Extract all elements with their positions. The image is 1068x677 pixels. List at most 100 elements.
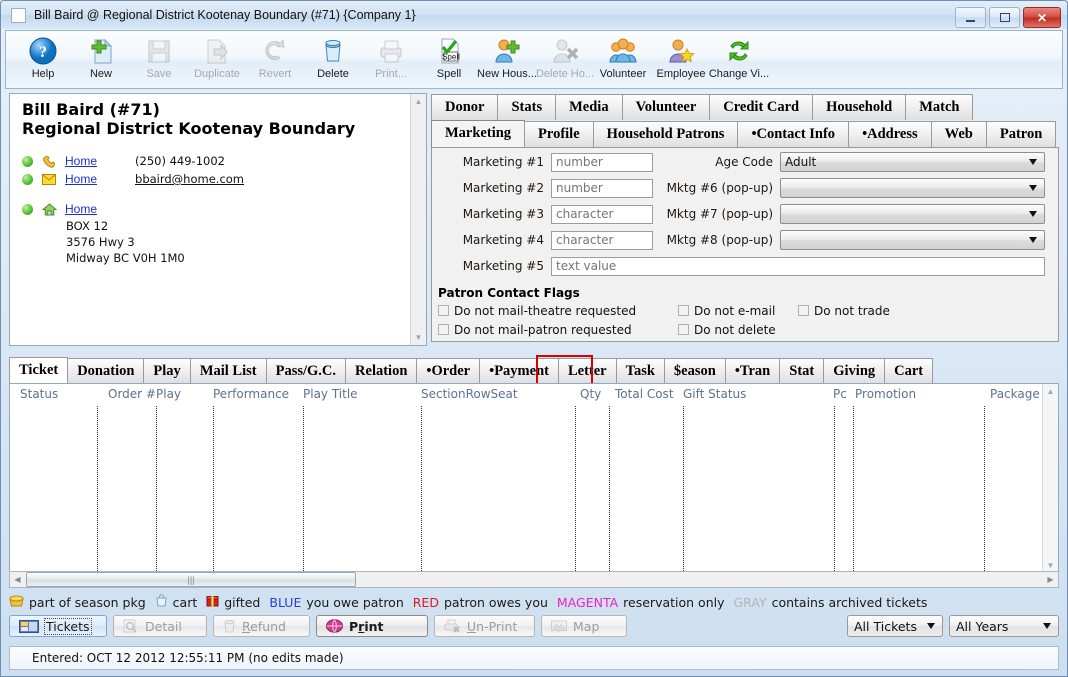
tab-marketing[interactable]: Marketing <box>431 120 526 147</box>
grid-col-status[interactable]: Status <box>20 387 58 401</box>
tab-stats[interactable]: Stats <box>497 94 557 120</box>
flag-do-not-email[interactable]: Do not e-mail <box>678 304 798 318</box>
tab-web[interactable]: Web <box>930 121 987 147</box>
grid-vertical-scrollbar[interactable]: ▲ ▼ <box>1042 384 1058 572</box>
age-code-select[interactable]: Adult <box>780 152 1045 172</box>
grid-col-performance[interactable]: Performance <box>213 387 289 401</box>
grid-horizontal-scrollbar[interactable]: ◀ ||| ▶ <box>9 571 1059 588</box>
contact-label-email[interactable]: Home <box>65 172 97 186</box>
flag-do-not-trade[interactable]: Do not trade <box>798 304 890 318</box>
toolbar-button-duplicate[interactable]: Duplicate <box>188 31 246 88</box>
bottom-tab-relation[interactable]: Relation <box>345 358 418 384</box>
tickets-button[interactable]: Tickets <box>9 615 107 637</box>
patron-panel-scrollbar[interactable]: ▲ ▼ <box>410 94 426 345</box>
un-print-button[interactable]: Un-Print <box>434 615 535 637</box>
marketing-5-input[interactable] <box>551 256 1045 276</box>
tab-donor[interactable]: Donor <box>431 94 499 120</box>
bottom-tab-stat[interactable]: Stat <box>779 358 825 384</box>
bottom-tab-payment[interactable]: •Payment <box>479 358 559 384</box>
toolbar-button-print[interactable]: Print... <box>362 31 420 88</box>
button-label: Tickets <box>44 617 92 635</box>
bottom-tab-donation[interactable]: Donation <box>67 358 145 384</box>
checkbox-icon[interactable] <box>678 305 689 316</box>
mktg-6-select[interactable] <box>780 178 1045 198</box>
detail-button[interactable]: Detail <box>113 615 207 637</box>
checkbox-icon[interactable] <box>438 305 449 316</box>
bottom-tab-task[interactable]: Task <box>615 358 665 384</box>
bottom-tab-tran[interactable]: •Tran <box>724 358 781 384</box>
tab-household-patrons[interactable]: Household Patrons <box>592 121 739 147</box>
flag-do-not-mail-theatre[interactable]: Do not mail-theatre requested <box>432 304 678 318</box>
toolbar-button-revert[interactable]: Revert <box>246 31 304 88</box>
grid-col-srs[interactable]: SectionRowSeat <box>421 387 518 401</box>
tab-patron[interactable]: Patron <box>985 121 1057 147</box>
contact-label-phone[interactable]: Home <box>65 154 97 168</box>
tab-credit-card[interactable]: Credit Card <box>709 94 814 120</box>
toolbar-button-save[interactable]: Save <box>130 31 188 88</box>
mktg-8-select[interactable] <box>780 230 1045 250</box>
maximize-button[interactable] <box>989 7 1020 28</box>
tab-address[interactable]: •Address <box>848 121 932 147</box>
tab-contact-info[interactable]: •Contact Info <box>737 121 850 147</box>
toolbar-button-employee[interactable]: Employee <box>652 31 710 88</box>
grid-col-promotion[interactable]: Promotion <box>855 387 916 401</box>
checkbox-icon[interactable] <box>438 324 449 335</box>
scroll-down-icon[interactable]: ▼ <box>1043 558 1058 572</box>
hscroll-thumb[interactable]: ||| <box>26 572 356 587</box>
scroll-left-icon[interactable]: ◀ <box>10 575 25 584</box>
bottom-tab-cart[interactable]: Cart <box>884 358 934 384</box>
grid-col-play[interactable]: Play <box>156 387 181 401</box>
scroll-up-icon[interactable]: ▲ <box>1043 384 1058 398</box>
toolbar-button-delete[interactable]: Delete <box>304 31 362 88</box>
bottom-tab-order[interactable]: •Order <box>416 358 481 384</box>
mktg-7-select[interactable] <box>780 204 1045 224</box>
toolbar-button-help[interactable]: ? Help <box>14 31 72 88</box>
print-button[interactable]: Print <box>316 615 428 637</box>
bottom-tab-mail-list[interactable]: Mail List <box>189 358 267 384</box>
tab-profile[interactable]: Profile <box>524 121 594 147</box>
scroll-up-icon[interactable]: ▲ <box>411 94 426 109</box>
contact-value-email[interactable]: bbaird@home.com <box>135 172 244 186</box>
grid-col-total-cost[interactable]: Total Cost <box>615 387 674 401</box>
ticket-filter-select[interactable]: All Tickets <box>847 615 943 637</box>
tab-household[interactable]: Household <box>812 94 907 120</box>
checkbox-icon[interactable] <box>678 324 689 335</box>
tab-volunteer[interactable]: Volunteer <box>621 94 711 120</box>
toolbar-button-spell[interactable]: Spell Spell <box>420 31 478 88</box>
tab-media[interactable]: Media <box>555 94 623 120</box>
address-label-home[interactable]: Home <box>65 202 97 216</box>
bottom-tab-play[interactable]: Play <box>143 358 191 384</box>
marketing-3-input[interactable] <box>551 204 653 224</box>
scroll-down-icon[interactable]: ▼ <box>411 330 426 345</box>
bottom-tab-giving[interactable]: Giving <box>823 358 886 384</box>
marketing-1-input[interactable] <box>551 152 653 172</box>
flag-do-not-mail-patron[interactable]: Do not mail-patron requested <box>432 323 678 337</box>
flag-do-not-delete[interactable]: Do not delete <box>678 323 798 337</box>
grid-col-order[interactable]: Order # <box>108 387 156 401</box>
tab-match[interactable]: Match <box>905 94 974 120</box>
marketing-4-input[interactable] <box>551 230 653 250</box>
scroll-right-icon[interactable]: ▶ <box>1043 575 1058 584</box>
toolbar-button-delete-household[interactable]: Delete Ho... <box>536 31 594 88</box>
bottom-tab-letter[interactable]: Letter <box>557 358 617 384</box>
year-filter-select[interactable]: All Years <box>949 615 1059 637</box>
chevron-down-icon <box>1029 185 1037 191</box>
toolbar-button-change-view[interactable]: Change Vi... <box>709 31 769 88</box>
toolbar-button-new-household[interactable]: New Hous... <box>477 31 537 88</box>
bottom-tab-season[interactable]: $eason <box>663 358 726 384</box>
map-button[interactable]: Map <box>541 615 627 637</box>
grid-col-pc[interactable]: Pc <box>833 387 847 401</box>
close-button[interactable]: ✕ <box>1023 7 1061 28</box>
bottom-tab-ticket[interactable]: Ticket <box>9 357 69 384</box>
checkbox-icon[interactable] <box>798 305 809 316</box>
bottom-tab-pass-gc[interactable]: Pass/G.C. <box>265 358 347 384</box>
refund-button[interactable]: Refund <box>213 615 310 637</box>
grid-col-package[interactable]: Package <box>990 387 1040 401</box>
grid-col-gift-status[interactable]: Gift Status <box>683 387 746 401</box>
grid-col-qty[interactable]: Qty <box>580 387 601 401</box>
toolbar-button-volunteer[interactable]: Volunteer <box>594 31 652 88</box>
minimize-button[interactable] <box>955 7 986 28</box>
grid-col-play-title[interactable]: Play Title <box>303 387 358 401</box>
marketing-2-input[interactable] <box>551 178 653 198</box>
toolbar-button-new[interactable]: New <box>72 31 130 88</box>
